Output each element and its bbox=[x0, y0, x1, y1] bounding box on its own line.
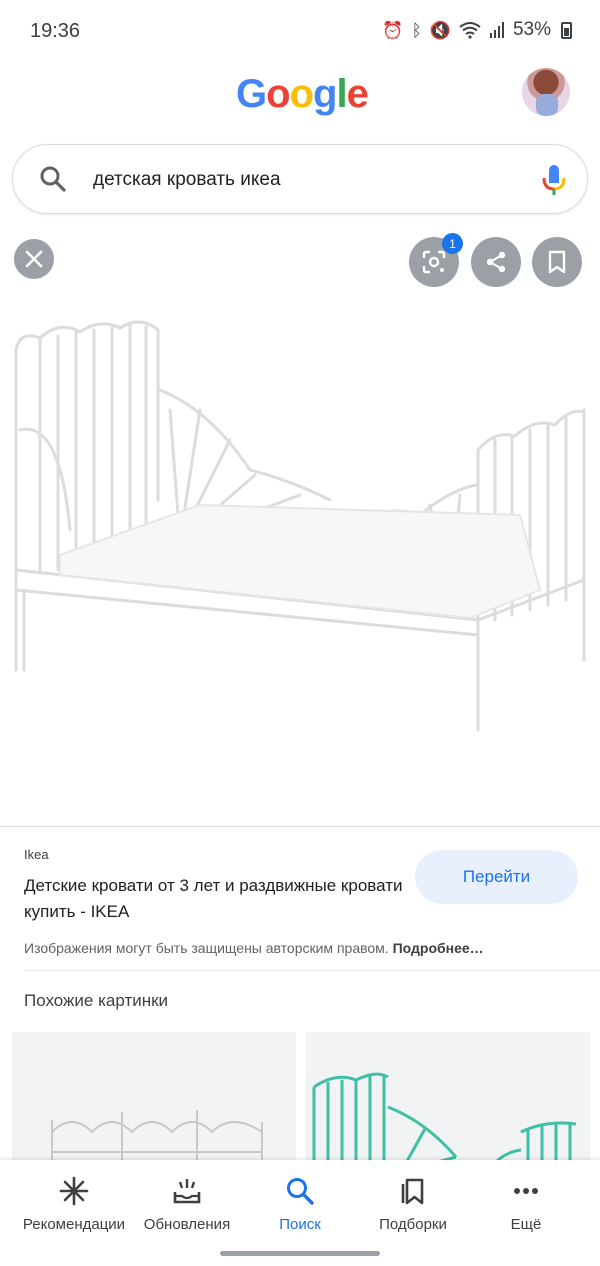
nav-label: Ещё bbox=[510, 1216, 542, 1233]
signal-icon bbox=[489, 22, 504, 38]
battery-percent: 53% bbox=[512, 19, 551, 40]
nav-item-search[interactable]: Поиск bbox=[240, 1160, 360, 1246]
search-input[interactable]: детская кровать икеа bbox=[93, 169, 281, 191]
google-logo[interactable]: Google bbox=[236, 72, 369, 117]
bluetooth-icon: ᛒ bbox=[411, 20, 422, 40]
nav-label: Обновления bbox=[143, 1216, 231, 1233]
status-icons: ⏰ ᛒ 🔇 53% bbox=[382, 19, 572, 41]
logo-letter: e bbox=[346, 72, 369, 116]
nav-item-updates[interactable]: Обновления bbox=[127, 1160, 247, 1246]
search-icon[interactable] bbox=[39, 165, 67, 193]
share-icon bbox=[486, 251, 506, 273]
more-link[interactable]: Подробнее… bbox=[393, 940, 484, 956]
mic-icon[interactable] bbox=[541, 163, 567, 197]
logo-letter: o bbox=[266, 72, 290, 116]
logo-letter: G bbox=[236, 72, 267, 116]
nav-label: Поиск bbox=[279, 1216, 321, 1233]
copyright-text: Изображения могут быть защищены авторски… bbox=[24, 940, 389, 956]
result-title[interactable]: Детские кровати от 3 лет и раздвижные кр… bbox=[24, 873, 404, 925]
mute-icon: 🔇 bbox=[429, 20, 451, 40]
search-bar[interactable]: детская кровать икеа bbox=[12, 144, 588, 214]
bookmark-icon bbox=[548, 250, 566, 274]
visit-button[interactable]: Перейти bbox=[415, 850, 578, 904]
close-button[interactable] bbox=[14, 239, 54, 279]
status-time: 19:36 bbox=[30, 20, 81, 42]
save-button[interactable] bbox=[532, 237, 582, 287]
more-icon bbox=[514, 1188, 538, 1194]
gesture-bar[interactable] bbox=[220, 1251, 380, 1256]
battery-icon bbox=[561, 21, 572, 39]
divider bbox=[0, 826, 600, 827]
nav-label: Подборки bbox=[379, 1216, 447, 1233]
similar-images-heading: Похожие картинки bbox=[24, 991, 169, 1010]
divider bbox=[24, 970, 600, 971]
nav-item-more[interactable]: Ещё bbox=[466, 1160, 586, 1246]
copyright-notice: Изображения могут быть защищены авторски… bbox=[24, 940, 484, 956]
bed-image[interactable] bbox=[0, 300, 600, 820]
alarm-icon: ⏰ bbox=[382, 20, 404, 40]
lens-icon bbox=[422, 250, 446, 274]
status-bar: 19:36 ⏰ ᛒ 🔇 53% bbox=[0, 0, 600, 62]
close-icon bbox=[25, 250, 43, 268]
source-name[interactable]: Ikea bbox=[24, 847, 49, 862]
wifi-icon bbox=[459, 22, 481, 39]
thumbnail-bed-green bbox=[312, 1072, 577, 1172]
similar-image-thumbnail[interactable] bbox=[306, 1032, 590, 1172]
nav-item-recommendations[interactable]: Рекомендации bbox=[14, 1160, 134, 1246]
nav-label: Рекомендации bbox=[22, 1216, 126, 1233]
nav-item-collections[interactable]: Подборки bbox=[353, 1160, 473, 1246]
lens-badge: 1 bbox=[442, 233, 463, 254]
search-icon bbox=[287, 1178, 314, 1205]
share-button[interactable] bbox=[471, 237, 521, 287]
logo-letter: g bbox=[313, 72, 337, 116]
similar-image-thumbnail[interactable] bbox=[12, 1032, 296, 1172]
updates-icon bbox=[173, 1179, 201, 1204]
thumbnail-bed-white bbox=[51, 1110, 263, 1172]
avatar[interactable] bbox=[522, 68, 570, 116]
logo-letter: l bbox=[336, 72, 347, 116]
logo-letter: o bbox=[289, 72, 314, 116]
asterisk-icon bbox=[59, 1176, 89, 1206]
collections-icon bbox=[401, 1178, 424, 1205]
